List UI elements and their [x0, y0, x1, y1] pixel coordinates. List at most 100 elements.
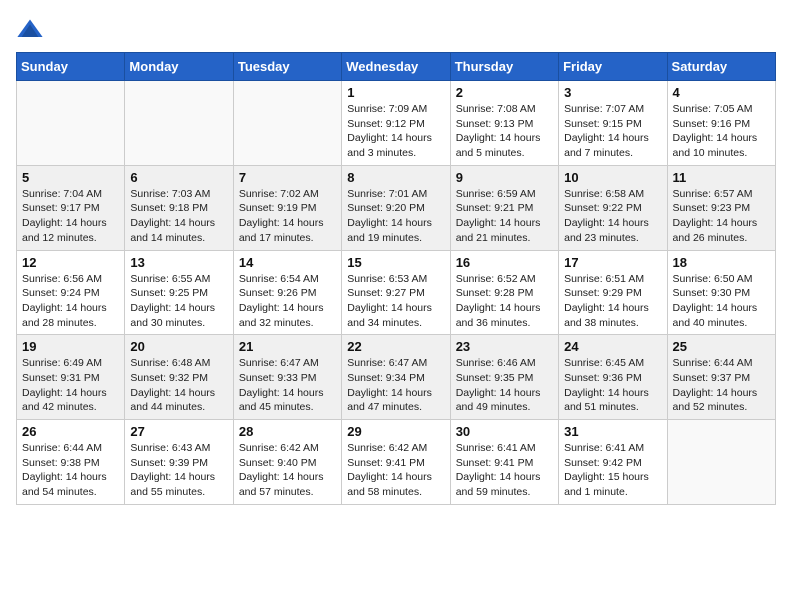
- day-number: 20: [130, 339, 227, 354]
- day-number: 10: [564, 170, 661, 185]
- calendar-cell: 27 Sunrise: 6:43 AMSunset: 9:39 PMDayligh…: [125, 420, 233, 505]
- day-number: 14: [239, 255, 336, 270]
- calendar-cell: 5Sunrise: 7:04 AMSunset: 9:17 PMDaylight…: [17, 165, 125, 250]
- calendar-cell: 10 Sunrise: 6:58 AMSunset: 9:22 PMDayligh…: [559, 165, 667, 250]
- calendar-cell: 17 Sunrise: 6:51 AMSunset: 9:29 PMDayligh…: [559, 250, 667, 335]
- calendar-cell: 23 Sunrise: 6:46 AMSunset: 9:35 PMDayligh…: [450, 335, 558, 420]
- calendar-week-row: 26 Sunrise: 6:44 AMSunset: 9:38 PMDayligh…: [17, 420, 776, 505]
- day-number: 24: [564, 339, 661, 354]
- calendar-week-row: 19 Sunrise: 6:49 AMSunset: 9:31 PMDayligh…: [17, 335, 776, 420]
- day-info: Sunrise: 6:52 AMSunset: 9:28 PMDaylight:…: [456, 272, 553, 331]
- day-info: Sunrise: 6:49 AMSunset: 9:31 PMDaylight:…: [22, 356, 119, 415]
- day-number: 18: [673, 255, 770, 270]
- calendar-cell: 6 Sunrise: 7:03 AMSunset: 9:18 PMDaylight…: [125, 165, 233, 250]
- day-info: Sunrise: 7:02 AMSunset: 9:19 PMDaylight:…: [239, 187, 336, 246]
- day-info: Sunrise: 6:59 AMSunset: 9:21 PMDaylight:…: [456, 187, 553, 246]
- calendar-cell: [17, 81, 125, 166]
- day-info: Sunrise: 6:47 AMSunset: 9:34 PMDaylight:…: [347, 356, 444, 415]
- calendar-cell: [667, 420, 775, 505]
- calendar-cell: 9Sunrise: 6:59 AMSunset: 9:21 PMDaylight…: [450, 165, 558, 250]
- calendar-cell: 26 Sunrise: 6:44 AMSunset: 9:38 PMDayligh…: [17, 420, 125, 505]
- col-header-thursday: Thursday: [450, 53, 558, 81]
- day-info: Sunrise: 6:45 AMSunset: 9:36 PMDaylight:…: [564, 356, 661, 415]
- calendar-cell: 25 Sunrise: 6:44 AMSunset: 9:37 PMDayligh…: [667, 335, 775, 420]
- day-number: 15: [347, 255, 444, 270]
- calendar-cell: 13 Sunrise: 6:55 AMSunset: 9:25 PMDayligh…: [125, 250, 233, 335]
- day-info: Sunrise: 6:50 AMSunset: 9:30 PMDaylight:…: [673, 272, 770, 331]
- day-info: Sunrise: 6:42 AMSunset: 9:41 PMDaylight:…: [347, 441, 444, 500]
- day-number: 28: [239, 424, 336, 439]
- day-info: Sunrise: 6:46 AMSunset: 9:35 PMDaylight:…: [456, 356, 553, 415]
- day-number: 6: [130, 170, 227, 185]
- day-info: Sunrise: 6:44 AMSunset: 9:38 PMDaylight:…: [22, 441, 119, 500]
- day-number: 27: [130, 424, 227, 439]
- day-info: Sunrise: 6:48 AMSunset: 9:32 PMDaylight:…: [130, 356, 227, 415]
- day-info: Sunrise: 6:42 AMSunset: 9:40 PMDaylight:…: [239, 441, 336, 500]
- day-number: 21: [239, 339, 336, 354]
- calendar-cell: 8 Sunrise: 7:01 AMSunset: 9:20 PMDaylight…: [342, 165, 450, 250]
- day-number: 3: [564, 85, 661, 100]
- day-number: 26: [22, 424, 119, 439]
- day-info: Sunrise: 6:41 AMSunset: 9:42 PMDaylight:…: [564, 441, 661, 500]
- calendar-cell: 16 Sunrise: 6:52 AMSunset: 9:28 PMDayligh…: [450, 250, 558, 335]
- calendar-cell: 21 Sunrise: 6:47 AMSunset: 9:33 PMDayligh…: [233, 335, 341, 420]
- calendar-cell: 3 Sunrise: 7:07 AMSunset: 9:15 PMDaylight…: [559, 81, 667, 166]
- calendar-cell: 28 Sunrise: 6:42 AMSunset: 9:40 PMDayligh…: [233, 420, 341, 505]
- day-number: 13: [130, 255, 227, 270]
- calendar-cell: 12 Sunrise: 6:56 AMSunset: 9:24 PMDayligh…: [17, 250, 125, 335]
- calendar-cell: 20 Sunrise: 6:48 AMSunset: 9:32 PMDayligh…: [125, 335, 233, 420]
- day-number: 22: [347, 339, 444, 354]
- day-info: Sunrise: 7:08 AMSunset: 9:13 PMDaylight:…: [456, 102, 553, 161]
- calendar-cell: [125, 81, 233, 166]
- day-info: Sunrise: 6:41 AMSunset: 9:41 PMDaylight:…: [456, 441, 553, 500]
- col-header-saturday: Saturday: [667, 53, 775, 81]
- day-number: 8: [347, 170, 444, 185]
- day-info: Sunrise: 6:51 AMSunset: 9:29 PMDaylight:…: [564, 272, 661, 331]
- day-info: Sunrise: 7:03 AMSunset: 9:18 PMDaylight:…: [130, 187, 227, 246]
- calendar-header-row: SundayMondayTuesdayWednesdayThursdayFrid…: [17, 53, 776, 81]
- day-info: Sunrise: 6:58 AMSunset: 9:22 PMDaylight:…: [564, 187, 661, 246]
- day-number: 31: [564, 424, 661, 439]
- day-info: Sunrise: 6:54 AMSunset: 9:26 PMDaylight:…: [239, 272, 336, 331]
- day-info: Sunrise: 7:07 AMSunset: 9:15 PMDaylight:…: [564, 102, 661, 161]
- day-info: Sunrise: 7:09 AMSunset: 9:12 PMDaylight:…: [347, 102, 444, 161]
- calendar-cell: 7 Sunrise: 7:02 AMSunset: 9:19 PMDaylight…: [233, 165, 341, 250]
- day-info: Sunrise: 6:44 AMSunset: 9:37 PMDaylight:…: [673, 356, 770, 415]
- calendar-cell: 18 Sunrise: 6:50 AMSunset: 9:30 PMDayligh…: [667, 250, 775, 335]
- day-number: 7: [239, 170, 336, 185]
- day-info: Sunrise: 6:56 AMSunset: 9:24 PMDaylight:…: [22, 272, 119, 331]
- calendar-cell: 31 Sunrise: 6:41 AMSunset: 9:42 PMDayligh…: [559, 420, 667, 505]
- day-number: 5: [22, 170, 119, 185]
- day-info: Sunrise: 6:55 AMSunset: 9:25 PMDaylight:…: [130, 272, 227, 331]
- calendar-cell: 11Sunrise: 6:57 AMSunset: 9:23 PMDayligh…: [667, 165, 775, 250]
- day-number: 29: [347, 424, 444, 439]
- day-number: 23: [456, 339, 553, 354]
- calendar-cell: 24 Sunrise: 6:45 AMSunset: 9:36 PMDayligh…: [559, 335, 667, 420]
- calendar-week-row: 1 Sunrise: 7:09 AMSunset: 9:12 PMDaylight…: [17, 81, 776, 166]
- day-info: Sunrise: 6:43 AMSunset: 9:39 PMDaylight:…: [130, 441, 227, 500]
- day-number: 17: [564, 255, 661, 270]
- calendar-cell: 14 Sunrise: 6:54 AMSunset: 9:26 PMDayligh…: [233, 250, 341, 335]
- logo-icon: [16, 16, 44, 44]
- calendar-table: SundayMondayTuesdayWednesdayThursdayFrid…: [16, 52, 776, 505]
- day-number: 19: [22, 339, 119, 354]
- day-number: 1: [347, 85, 444, 100]
- day-number: 12: [22, 255, 119, 270]
- day-number: 4: [673, 85, 770, 100]
- col-header-tuesday: Tuesday: [233, 53, 341, 81]
- day-number: 2: [456, 85, 553, 100]
- calendar-cell: 4 Sunrise: 7:05 AMSunset: 9:16 PMDaylight…: [667, 81, 775, 166]
- calendar-cell: [233, 81, 341, 166]
- calendar-cell: 15 Sunrise: 6:53 AMSunset: 9:27 PMDayligh…: [342, 250, 450, 335]
- day-info: Sunrise: 7:01 AMSunset: 9:20 PMDaylight:…: [347, 187, 444, 246]
- day-number: 25: [673, 339, 770, 354]
- calendar-cell: 19 Sunrise: 6:49 AMSunset: 9:31 PMDayligh…: [17, 335, 125, 420]
- day-number: 16: [456, 255, 553, 270]
- calendar-cell: 29 Sunrise: 6:42 AMSunset: 9:41 PMDayligh…: [342, 420, 450, 505]
- col-header-wednesday: Wednesday: [342, 53, 450, 81]
- day-info: Sunrise: 7:05 AMSunset: 9:16 PMDaylight:…: [673, 102, 770, 161]
- day-info: Sunrise: 6:47 AMSunset: 9:33 PMDaylight:…: [239, 356, 336, 415]
- col-header-monday: Monday: [125, 53, 233, 81]
- day-info: Sunrise: 6:53 AMSunset: 9:27 PMDaylight:…: [347, 272, 444, 331]
- day-number: 11: [673, 170, 770, 185]
